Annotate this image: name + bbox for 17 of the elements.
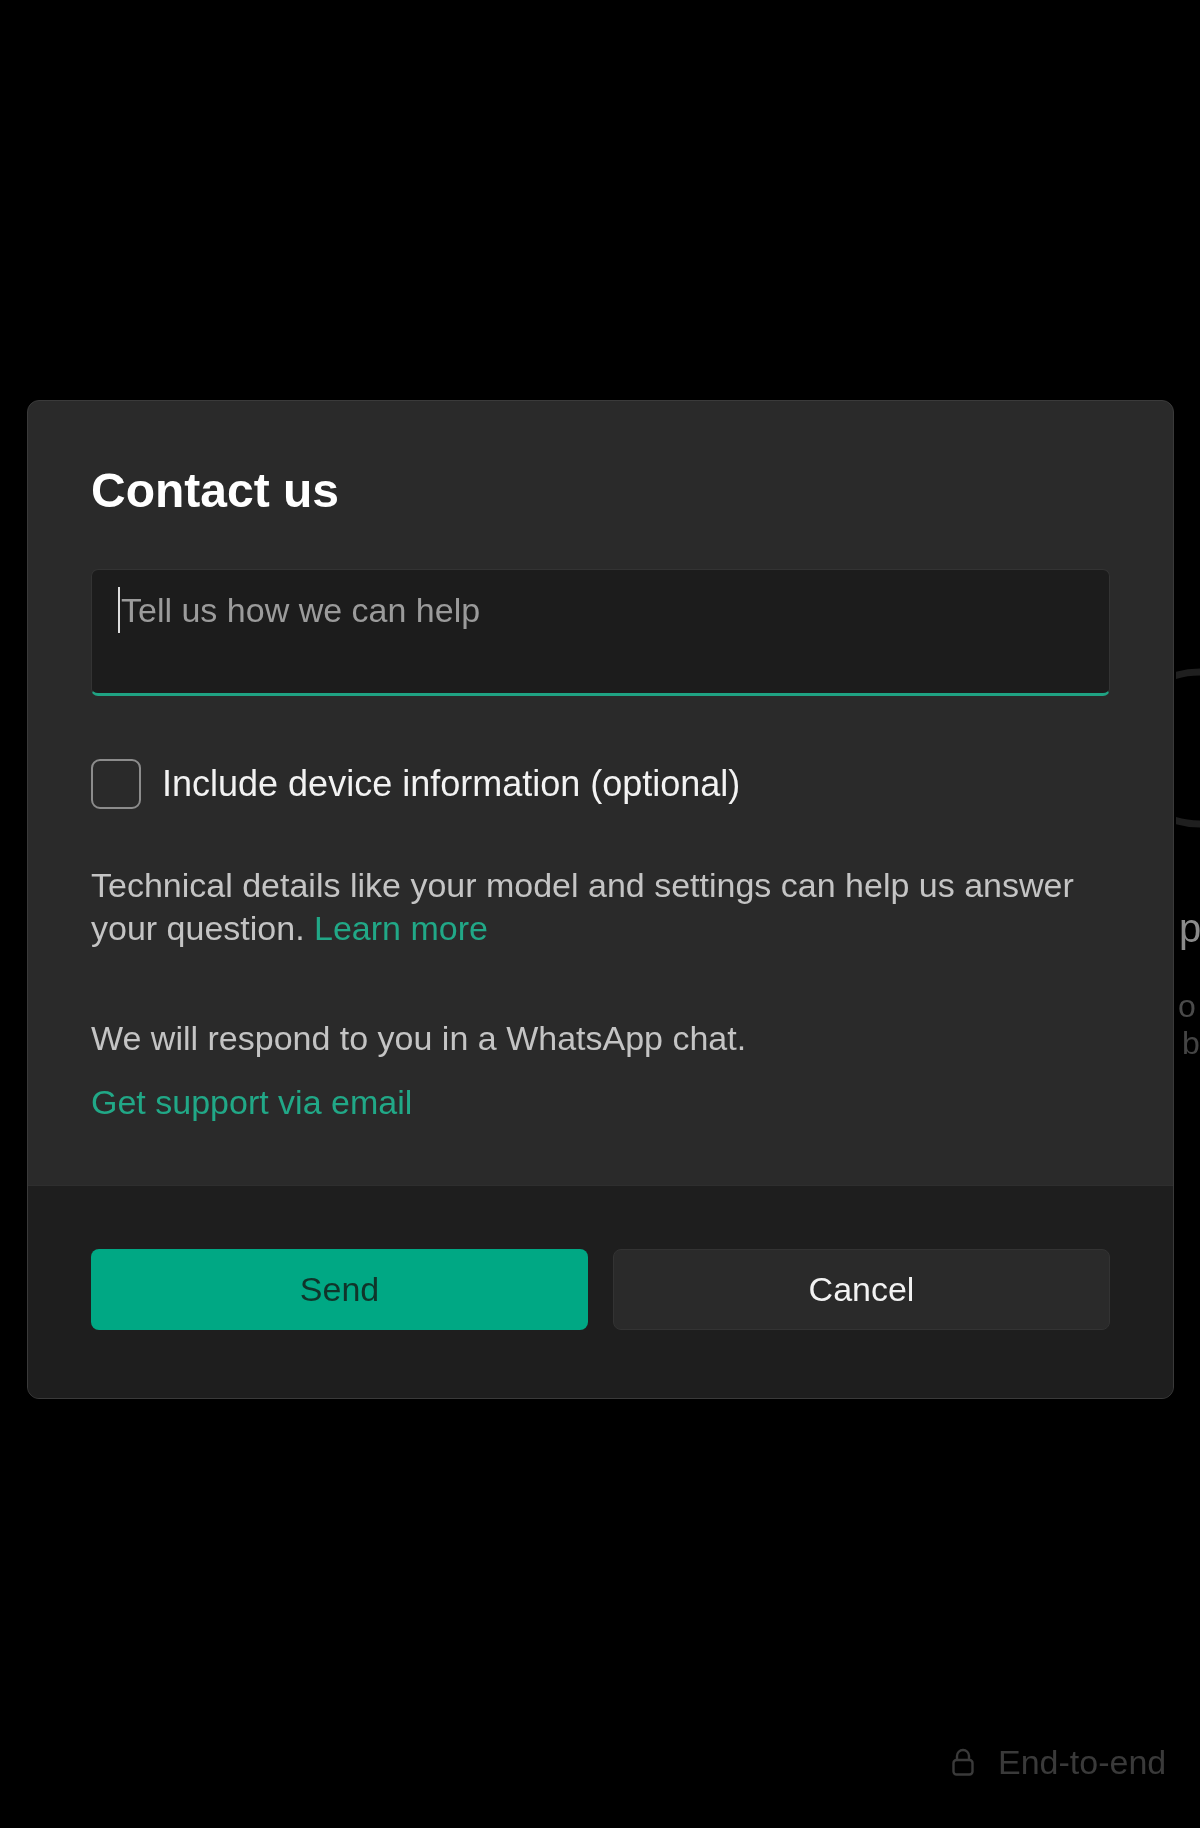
text-cursor-icon bbox=[118, 587, 120, 633]
send-button[interactable]: Send bbox=[91, 1249, 588, 1330]
cancel-button[interactable]: Cancel bbox=[613, 1249, 1110, 1330]
dialog-title: Contact us bbox=[91, 463, 339, 519]
response-note: We will respond to you in a WhatsApp chat. bbox=[91, 1018, 747, 1059]
learn-more-link[interactable]: Learn more bbox=[314, 909, 488, 947]
circle-outline-icon bbox=[1176, 668, 1200, 828]
partial-text: b bbox=[1182, 1027, 1200, 1059]
encryption-note: End-to-end bbox=[998, 1742, 1167, 1783]
checkbox[interactable] bbox=[91, 759, 141, 809]
help-text: Technical details like your model and settings can help us answer your question. Learn more bbox=[91, 865, 1075, 949]
email-support-link[interactable]: Get support via email bbox=[91, 1081, 413, 1124]
partial-text: p bbox=[1179, 908, 1200, 948]
message-field[interactable]: Tell us how we can help bbox=[91, 569, 1110, 696]
lock-icon bbox=[952, 1748, 974, 1776]
checkbox-label[interactable]: Include device information (optional) bbox=[162, 759, 741, 809]
partial-text: o bbox=[1178, 990, 1196, 1022]
